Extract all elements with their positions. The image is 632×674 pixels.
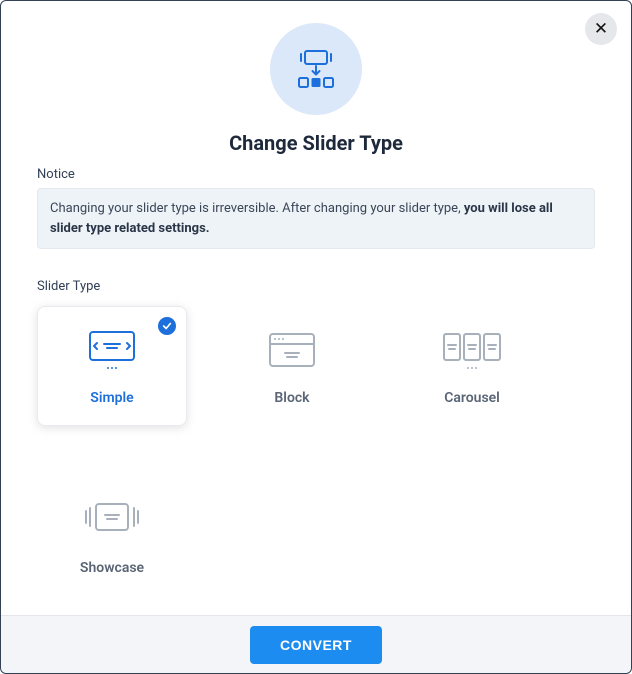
- option-label: Block: [274, 390, 309, 406]
- change-slider-type-modal: ✕ Change Slider Type Notice: [0, 0, 632, 674]
- slider-type-label: Slider Type: [37, 279, 595, 294]
- option-label: Carousel: [444, 390, 500, 406]
- convert-slider-icon: [290, 43, 342, 95]
- modal-title: Change Slider Type: [229, 131, 403, 155]
- notice-box: Changing your slider type is irreversibl…: [37, 188, 595, 249]
- showcase-slider-icon: [76, 496, 148, 546]
- slider-type-option-carousel[interactable]: Carousel: [397, 306, 547, 426]
- option-label: Simple: [90, 390, 133, 406]
- simple-slider-icon: [80, 326, 144, 376]
- check-icon: [162, 321, 172, 331]
- block-slider-icon: [260, 326, 324, 376]
- close-icon: ✕: [594, 19, 608, 39]
- selected-check-badge: [158, 317, 176, 335]
- notice-label: Notice: [37, 167, 595, 182]
- carousel-slider-icon: [436, 326, 508, 376]
- modal-footer: CONVERT: [1, 615, 631, 673]
- slider-type-option-block[interactable]: Block: [217, 306, 367, 426]
- slider-type-option-showcase[interactable]: Showcase: [37, 476, 187, 596]
- option-label: Showcase: [80, 560, 144, 576]
- slider-type-options: Simple Block: [37, 306, 595, 596]
- modal-content: Change Slider Type Notice Changing your …: [1, 1, 631, 615]
- close-button[interactable]: ✕: [585, 13, 617, 45]
- notice-text: Changing your slider type is irreversibl…: [50, 201, 464, 216]
- convert-button[interactable]: CONVERT: [250, 626, 382, 664]
- slider-type-option-simple[interactable]: Simple: [37, 306, 187, 426]
- hero-icon-circle: [270, 23, 362, 115]
- modal-hero: Change Slider Type: [37, 23, 595, 155]
